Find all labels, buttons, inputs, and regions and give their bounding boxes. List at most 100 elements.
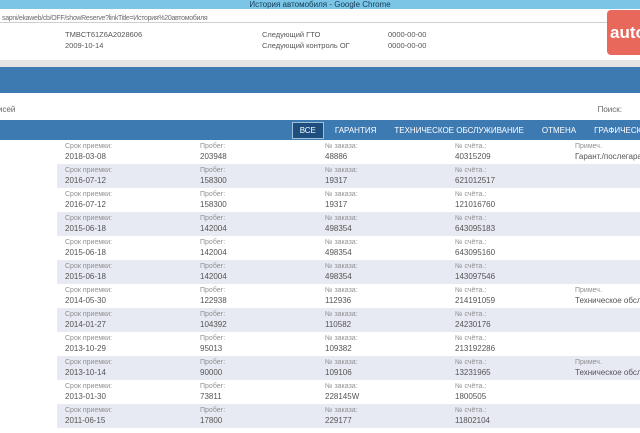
- cell-date-value: 2013-10-14: [65, 368, 106, 377]
- cell-date-label: Срок приемки:: [65, 359, 113, 366]
- cell-date-label: Срок приемки:: [65, 407, 113, 414]
- cell-note: Примеч. Гарант./послегарант.по: [575, 142, 640, 164]
- cell-invoice: № счёта.: 13231965: [455, 358, 575, 380]
- cell-order: № заказа: 498354: [325, 238, 455, 260]
- filter-tab-2[interactable]: ТЕХНИЧЕСКОЕ ОБСЛУЖИВАНИЕ: [387, 123, 531, 138]
- cell-order-label: № заказа:: [325, 167, 358, 174]
- cell-order: № заказа: 19317: [325, 190, 455, 212]
- next-og-value: 0000-00-00: [388, 41, 427, 50]
- cell-order: № заказа: 112936: [325, 286, 455, 308]
- cell-date-label: Срок приемки:: [65, 239, 113, 246]
- cell-order: № заказа: 48886: [325, 142, 455, 164]
- cell-date: Срок приемки: 2015-06-18: [65, 214, 200, 236]
- service-record-row[interactable]: Срок приемки: 2015-06-18 Пробег: 142004 № за…: [57, 260, 640, 284]
- service-record-row[interactable]: Срок приемки: 2013-01-30 Пробег: 73811 № зак…: [57, 380, 640, 404]
- cell-mileage-label: Пробег:: [200, 407, 226, 414]
- cell-note-value: Техническое обслужива: [575, 368, 640, 377]
- cell-order-value: 498354: [325, 248, 352, 257]
- service-record-row[interactable]: Срок приемки: 2013-10-14 Пробег: 90000 № зак…: [57, 356, 640, 380]
- cell-date-value: 2016-07-12: [65, 176, 106, 185]
- cell-date-label: Срок приемки:: [65, 167, 113, 174]
- cell-invoice-label: № счёта.:: [455, 191, 487, 198]
- cell-order-label: № заказа:: [325, 215, 358, 222]
- cell-order-value: 19317: [325, 176, 348, 185]
- filter-tab-bar: ВСЕ ГАРАНТИЯ ТЕХНИЧЕСКОЕ ОБСЛУЖИВАНИЕ ОТМЕН…: [0, 120, 640, 140]
- service-record-row[interactable]: Срок приемки: 2016-07-12 Пробег: 158300 № за…: [57, 188, 640, 212]
- cell-mileage-value: 203948: [200, 152, 227, 161]
- cell-date-label: Срок приемки:: [65, 143, 113, 150]
- service-record-row[interactable]: Срок приемки: 2018-03-08 Пробег: 203948 № за…: [57, 140, 640, 164]
- cell-order-value: 498354: [325, 272, 352, 281]
- separator-band: [0, 60, 640, 67]
- service-record-row[interactable]: Срок приемки: 2016-07-12 Пробег: 158300 № за…: [57, 164, 640, 188]
- inspection-values: 0000-00-00 0000-00-00: [388, 29, 548, 60]
- cell-mileage: Пробег: 142004: [200, 238, 325, 260]
- vehicle-info-panel: TMBCT61Z6A2028606 2009-10-14 Следующий Г…: [0, 23, 640, 60]
- cell-order: № заказа: 498354: [325, 262, 455, 284]
- cell-invoice: № счёта.: 214191059: [455, 286, 575, 308]
- cell-note-value: Гарант./послегарант.по: [575, 152, 640, 161]
- cell-date: Срок приемки: 2016-07-12: [65, 166, 200, 188]
- service-record-row[interactable]: Срок приемки: 2011-06-15 Пробег: 17800 № зак…: [57, 404, 640, 428]
- cell-order: № заказа: 229177: [325, 406, 455, 428]
- cell-order-label: № заказа:: [325, 359, 358, 366]
- url-bar[interactable]: sapni/ekaweb/cb/OFF/showReserve?linkTitl…: [0, 9, 640, 23]
- cell-invoice-label: № счёта.:: [455, 383, 487, 390]
- cell-order: № заказа: 498354: [325, 214, 455, 236]
- cell-mileage-value: 122938: [200, 296, 227, 305]
- cell-mileage: Пробег: 158300: [200, 190, 325, 212]
- cell-mileage: Пробег: 90000: [200, 358, 325, 380]
- header-band: [0, 67, 640, 93]
- window-titlebar[interactable]: История автомобиля - Google Chrome: [0, 0, 640, 9]
- service-record-row[interactable]: Срок приемки: 2014-01-27 Пробег: 104392 № за…: [57, 308, 640, 332]
- service-record-row[interactable]: Срок приемки: 2014-05-30 Пробег: 122938 № за…: [57, 284, 640, 308]
- cell-date: Срок приемки: 2014-05-30: [65, 286, 200, 308]
- service-record-row[interactable]: Срок приемки: 2013-10-29 Пробег: 95013 № зак…: [57, 332, 640, 356]
- cell-mileage-label: Пробег:: [200, 215, 226, 222]
- service-record-row[interactable]: Срок приемки: 2015-06-18 Пробег: 142004 № за…: [57, 212, 640, 236]
- cell-invoice-value: 40315209: [455, 152, 491, 161]
- cell-date-value: 2015-06-18: [65, 224, 106, 233]
- cell-order-value: 48886: [325, 152, 348, 161]
- cell-invoice: № счёта.: 40315209: [455, 142, 575, 164]
- cell-order: № заказа: 228145W: [325, 382, 455, 404]
- cell-invoice-label: № счёта.:: [455, 263, 487, 270]
- cell-date-value: 2015-06-18: [65, 272, 106, 281]
- cell-mileage-value: 95013: [200, 344, 223, 353]
- cell-mileage-label: Пробег:: [200, 359, 226, 366]
- cell-order-label: № заказа:: [325, 335, 358, 342]
- cell-mileage: Пробег: 142004: [200, 214, 325, 236]
- cell-invoice-label: № счёта.:: [455, 407, 487, 414]
- filter-tab-0[interactable]: ВСЕ: [291, 121, 324, 139]
- cell-date-value: 2018-03-08: [65, 152, 106, 161]
- cell-mileage-value: 90000: [200, 368, 223, 377]
- cell-invoice-value: 11802104: [455, 416, 490, 425]
- cell-mileage-label: Пробег:: [200, 167, 226, 174]
- cell-invoice-label: № счёта.:: [455, 239, 487, 246]
- cell-date-label: Срок приемки:: [65, 287, 113, 294]
- filter-tab-1[interactable]: ГАРАНТИЯ: [328, 123, 383, 138]
- cell-mileage-label: Пробег:: [200, 311, 226, 318]
- filter-tab-3[interactable]: ОТМЕНА: [535, 123, 583, 138]
- cell-mileage-value: 142004: [200, 272, 227, 281]
- cell-mileage: Пробег: 158300: [200, 166, 325, 188]
- cell-invoice-value: 121016760: [455, 200, 496, 209]
- cell-invoice: № счёта.: 213192286: [455, 334, 575, 356]
- cell-mileage-label: Пробег:: [200, 239, 226, 246]
- cell-mileage-label: Пробег:: [200, 383, 226, 390]
- cell-mileage: Пробег: 104392: [200, 310, 325, 332]
- cell-order-value: 109382: [325, 344, 352, 353]
- cell-order-value: 112936: [325, 296, 352, 305]
- cell-mileage-value: 17800: [200, 416, 223, 425]
- filter-tab-4[interactable]: ГРАФИЧЕСКИ: [587, 123, 640, 138]
- cell-date: Срок приемки: 2015-06-18: [65, 262, 200, 284]
- service-record-row[interactable]: Срок приемки: 2015-06-18 Пробег: 142004 № за…: [57, 236, 640, 260]
- cell-date: Срок приемки: 2011-06-15: [65, 406, 200, 428]
- cell-order: № заказа: 109382: [325, 334, 455, 356]
- cell-invoice-label: № счёта.:: [455, 143, 487, 150]
- cell-invoice-value: 24230176: [455, 320, 491, 329]
- cell-invoice-value: 1800505: [455, 392, 487, 401]
- cell-invoice: № счёта.: 643095160: [455, 238, 575, 260]
- cell-invoice-label: № счёта.:: [455, 287, 487, 294]
- cell-order-label: № заказа:: [325, 311, 358, 318]
